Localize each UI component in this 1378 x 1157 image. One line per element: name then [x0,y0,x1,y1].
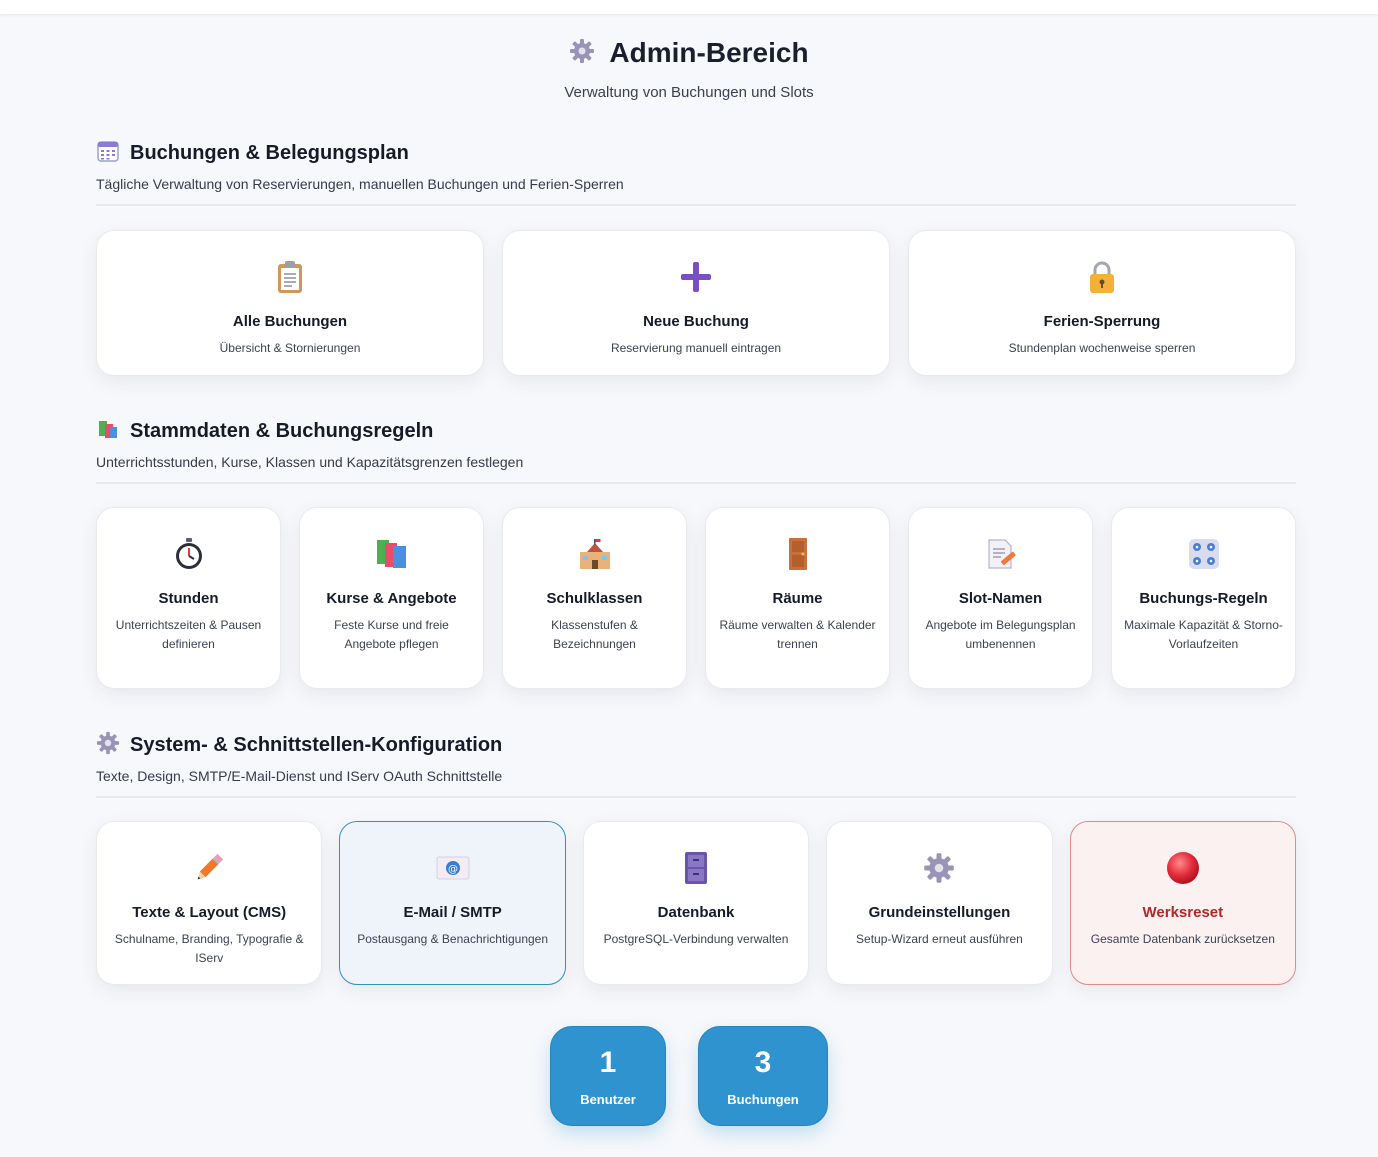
card-school-classes[interactable]: Schulklassen Klassenstufen & Bezeichnung… [502,507,687,689]
stat-value: 1 [599,1045,617,1079]
top-bar [0,0,1378,14]
page-title: Admin-Bereich [609,37,809,68]
card-description: PostgreSQL-Verbindung verwalten [603,932,789,946]
card-title: Werksreset [1142,904,1224,921]
stats-row: 1 Benutzer 3 Buchungen [0,1026,1378,1126]
stat-label: Benutzer [580,1091,636,1107]
card-slot-names[interactable]: Slot-Namen Angebote im Belegungsplan umb… [908,507,1093,689]
card-hours[interactable]: Stunden Unterrichtszeiten & Pausen defin… [96,507,281,689]
section-divider [96,204,1296,206]
card-title: Slot-Namen [958,590,1043,607]
card-title: Räume [772,590,823,607]
section-heading: Buchungen & Belegungsplan [96,138,1296,168]
section-bookings: Buchungen & Belegungsplan Tägliche Verwa… [96,138,1296,206]
section-divider [96,482,1296,484]
card-title: Schulklassen [546,590,643,607]
card-title: Buchungs-Regeln [1139,590,1268,607]
page-subtitle: Verwaltung von Buchungen und Slots [564,84,814,101]
card-description: Unterrichtszeiten & Pausen definieren [115,618,262,651]
stat-value: 3 [754,1045,772,1079]
card-rooms[interactable]: Räume Räume verwalten & Kalender trennen [705,507,890,689]
card-title: Ferien-Sperrung [1043,313,1161,330]
card-courses[interactable]: Kurse & Angebote Feste Kurse und freie A… [299,507,484,689]
section-description: Texte, Design, SMTP/E-Mail-Dienst und IS… [96,768,503,784]
books-icon [374,536,410,572]
card-description: Angebote im Belegungsplan umbenennen [925,618,1076,651]
file-cabinet-icon [678,850,714,886]
card-title: Texte & Layout (CMS) [132,904,287,921]
stat-users[interactable]: 1 Benutzer [550,1026,666,1126]
section-title: Buchungen & Belegungsplan [130,141,409,164]
memo-icon [983,536,1019,572]
stat-bookings[interactable]: 3 Buchungen [698,1026,828,1126]
card-holiday-lock[interactable]: Ferien-Sperrung Stundenplan wochenweise … [908,230,1296,376]
school-icon [577,536,613,572]
card-title: Grundeinstellungen [868,904,1011,921]
email-icon: @ [435,850,471,886]
control-knobs-icon [1186,536,1222,572]
page-header: Admin-Bereich Verwaltung von Buchungen u… [0,34,1378,101]
card-description: Räume verwalten & Kalender trennen [719,618,876,651]
card-new-booking[interactable]: Neue Buchung Reservierung manuell eintra… [502,230,890,376]
section-divider [96,796,1296,798]
plus-icon [678,259,714,295]
card-title: Stunden [158,590,219,607]
section-master-data: Stammdaten & Buchungsregeln Unterrichtss… [96,416,1296,484]
card-description: Klassenstufen & Bezeichnungen [551,618,638,651]
section-description: Unterrichtsstunden, Kurse, Klassen und K… [96,454,524,470]
gear-icon [921,850,957,886]
clipboard-icon [272,259,308,295]
svg-text:@: @ [448,864,458,875]
card-all-bookings[interactable]: Alle Buchungen Übersicht & Stornierungen [96,230,484,376]
card-row-system-config: Texte & Layout (CMS) Schulname, Branding… [96,821,1297,985]
section-heading: Stammdaten & Buchungsregeln [96,416,1296,446]
red-circle-icon [1165,850,1201,886]
card-row-master-data: Stunden Unterrichtszeiten & Pausen defin… [96,507,1296,689]
card-title: Kurse & Angebote [326,590,457,607]
door-icon [780,536,816,572]
card-description: Setup-Wizard erneut ausführen [856,932,1023,946]
card-title: E-Mail / SMTP [403,904,502,921]
section-title: Stammdaten & Buchungsregeln [130,419,434,442]
card-description: Postausgang & Benachrichtigungen [357,932,549,946]
pencil-icon [191,850,227,886]
gear-icon [96,731,120,760]
section-description: Tägliche Verwaltung von Reservierungen, … [96,176,624,192]
card-cms[interactable]: Texte & Layout (CMS) Schulname, Branding… [96,821,323,985]
section-heading: System- & Schnittstellen-Konfiguration [96,730,1296,760]
page-title-row: Admin-Bereich [0,34,1378,72]
card-email-smtp[interactable]: @ E-Mail / SMTP Postausgang & Benachrich… [339,821,566,985]
card-description: Gesamte Datenbank zurücksetzen [1090,932,1275,946]
card-description: Stundenplan wochenweise sperren [1008,341,1196,355]
section-title: System- & Schnittstellen-Konfiguration [130,733,503,756]
card-basic-settings[interactable]: Grundeinstellungen Setup-Wizard erneut a… [826,821,1053,985]
card-booking-rules[interactable]: Buchungs-Regeln Maximale Kapazität & Sto… [1111,507,1296,689]
stopwatch-icon [171,536,207,572]
card-description: Feste Kurse und freie Angebote pflegen [334,618,449,651]
card-title: Alle Buchungen [232,313,348,330]
gear-icon [569,38,595,69]
lock-icon [1084,259,1120,295]
card-title: Neue Buchung [643,313,749,330]
books-icon [96,417,120,446]
card-title: Datenbank [657,904,735,921]
card-factory-reset[interactable]: Werksreset Gesamte Datenbank zurücksetze… [1069,821,1297,985]
card-row-bookings: Alle Buchungen Übersicht & Stornierungen… [96,230,1296,376]
card-description: Schulname, Branding, Typografie & IServ [114,932,304,965]
card-description: Übersicht & Stornierungen [219,341,361,355]
section-system-config: System- & Schnittstellen-Konfiguration T… [96,730,1296,798]
calendar-icon [96,139,120,168]
card-database[interactable]: Datenbank PostgreSQL-Verbindung verwalte… [582,821,810,985]
stat-label: Buchungen [727,1091,799,1107]
card-description: Reservierung manuell eintragen [610,341,782,355]
card-description: Maximale Kapazität & Storno-Vorlaufzeite… [1124,618,1283,651]
